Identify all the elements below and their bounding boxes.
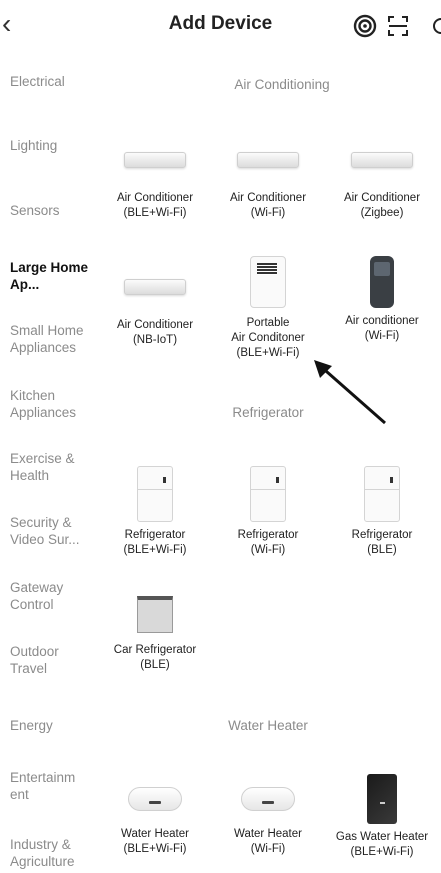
- wall-ac-icon: [237, 152, 299, 168]
- portable-ac-icon: [250, 256, 286, 308]
- device-tile[interactable]: Water Heater (Wi-Fi): [212, 787, 324, 857]
- sidebar-item-energy[interactable]: Energy: [10, 717, 114, 734]
- sidebar-item-industry-agriculture[interactable]: Industry & Agriculture: [10, 836, 90, 870]
- category-sidebar: Electrical Lighting Sensors Large Home A…: [0, 52, 115, 873]
- device-name: Air Conditioner: [229, 192, 307, 204]
- device-tile[interactable]: Air Conditioner (Zigbee): [326, 152, 438, 221]
- device-tile[interactable]: Air conditioner (Wi-Fi): [326, 256, 438, 344]
- device-tile[interactable]: Refrigerator (Wi-Fi): [212, 466, 324, 558]
- device-protocol: (BLE): [367, 544, 397, 556]
- device-name: Refrigerator: [351, 529, 413, 541]
- device-name: Gas Water Heater: [335, 831, 429, 843]
- device-protocol: (BLE+Wi-Fi): [236, 347, 300, 359]
- device-name: Portable: [246, 317, 290, 329]
- device-name-line2: Air Conditoner: [231, 332, 305, 344]
- device-protocol: (Wi-Fi): [250, 544, 286, 556]
- device-protocol: (BLE+Wi-Fi): [123, 544, 187, 556]
- device-tile[interactable]: Air Conditioner (Wi-Fi): [212, 152, 324, 221]
- device-protocol: (Zigbee): [360, 207, 404, 219]
- device-protocol: (Wi-Fi): [250, 207, 286, 219]
- device-name: Air conditioner: [345, 315, 419, 327]
- device-protocol: (BLE+Wi-Fi): [350, 846, 414, 858]
- partial-icon: [433, 18, 441, 34]
- water-heater-icon: [241, 787, 295, 811]
- car-refrigerator-icon: [137, 596, 173, 633]
- device-name: Air Conditioner: [116, 192, 194, 204]
- device-protocol: (Wi-Fi): [250, 843, 286, 855]
- scan-nearby-icon[interactable]: [353, 14, 377, 38]
- wall-ac-icon: [351, 152, 413, 168]
- sidebar-item-kitchen-appliances[interactable]: Kitchen Appliances: [10, 387, 90, 421]
- device-name: Water Heater: [234, 828, 302, 840]
- device-name: Water Heater: [121, 828, 189, 840]
- device-name: Air Conditioner: [343, 192, 421, 204]
- sidebar-item-entertainment[interactable]: Entertainm ent: [10, 769, 85, 803]
- device-name: Refrigerator: [237, 529, 299, 541]
- section-title-air-conditioning: Air Conditioning: [234, 77, 330, 92]
- device-tile[interactable]: Air Conditioner (NB-IoT): [99, 279, 211, 348]
- device-protocol: (NB-IoT): [132, 334, 178, 346]
- sidebar-item-electrical[interactable]: Electrical: [10, 73, 114, 90]
- sidebar-item-outdoor-travel[interactable]: Outdoor Travel: [10, 643, 80, 677]
- refrigerator-icon: [250, 466, 286, 522]
- sidebar-item-large-home-appliances[interactable]: Large Home Ap...: [10, 259, 90, 293]
- wall-ac-icon: [124, 152, 186, 168]
- device-tile[interactable]: Gas Water Heater (BLE+Wi-Fi): [326, 774, 438, 860]
- sidebar-item-small-home-appliances[interactable]: Small Home Appliances: [10, 322, 110, 356]
- sidebar-item-exercise-health[interactable]: Exercise & Health: [10, 450, 80, 484]
- annotation-arrow-icon: [314, 360, 386, 425]
- device-tile[interactable]: Car Refrigerator (BLE): [99, 596, 211, 673]
- header: ‹ Add Device: [0, 0, 441, 52]
- device-name: Car Refrigerator: [113, 644, 197, 656]
- device-protocol: (BLE+Wi-Fi): [123, 843, 187, 855]
- section-title-water-heater: Water Heater: [228, 718, 308, 733]
- gas-water-heater-icon: [367, 774, 397, 824]
- sidebar-item-security-video[interactable]: Security & Video Sur...: [10, 514, 90, 548]
- water-heater-icon: [128, 787, 182, 811]
- wall-ac-icon: [124, 279, 186, 295]
- device-tile[interactable]: Refrigerator (BLE): [326, 466, 438, 558]
- device-tile[interactable]: Air Conditioner (BLE+Wi-Fi): [99, 152, 211, 221]
- refrigerator-icon: [364, 466, 400, 522]
- ac-remote-icon: [370, 256, 394, 308]
- device-tile[interactable]: Water Heater (BLE+Wi-Fi): [99, 787, 211, 857]
- device-protocol: (BLE+Wi-Fi): [123, 207, 187, 219]
- device-name: Air Conditioner: [116, 319, 194, 331]
- device-tile[interactable]: Refrigerator (BLE+Wi-Fi): [99, 466, 211, 558]
- device-name: Refrigerator: [124, 529, 186, 541]
- refrigerator-icon: [137, 466, 173, 522]
- scan-qr-icon[interactable]: [386, 14, 410, 38]
- device-protocol: (Wi-Fi): [364, 330, 400, 342]
- device-tile[interactable]: Portable Air Conditoner (BLE+Wi-Fi): [212, 256, 324, 361]
- device-protocol: (BLE): [140, 659, 170, 671]
- sidebar-item-gateway-control[interactable]: Gateway Control: [10, 579, 80, 613]
